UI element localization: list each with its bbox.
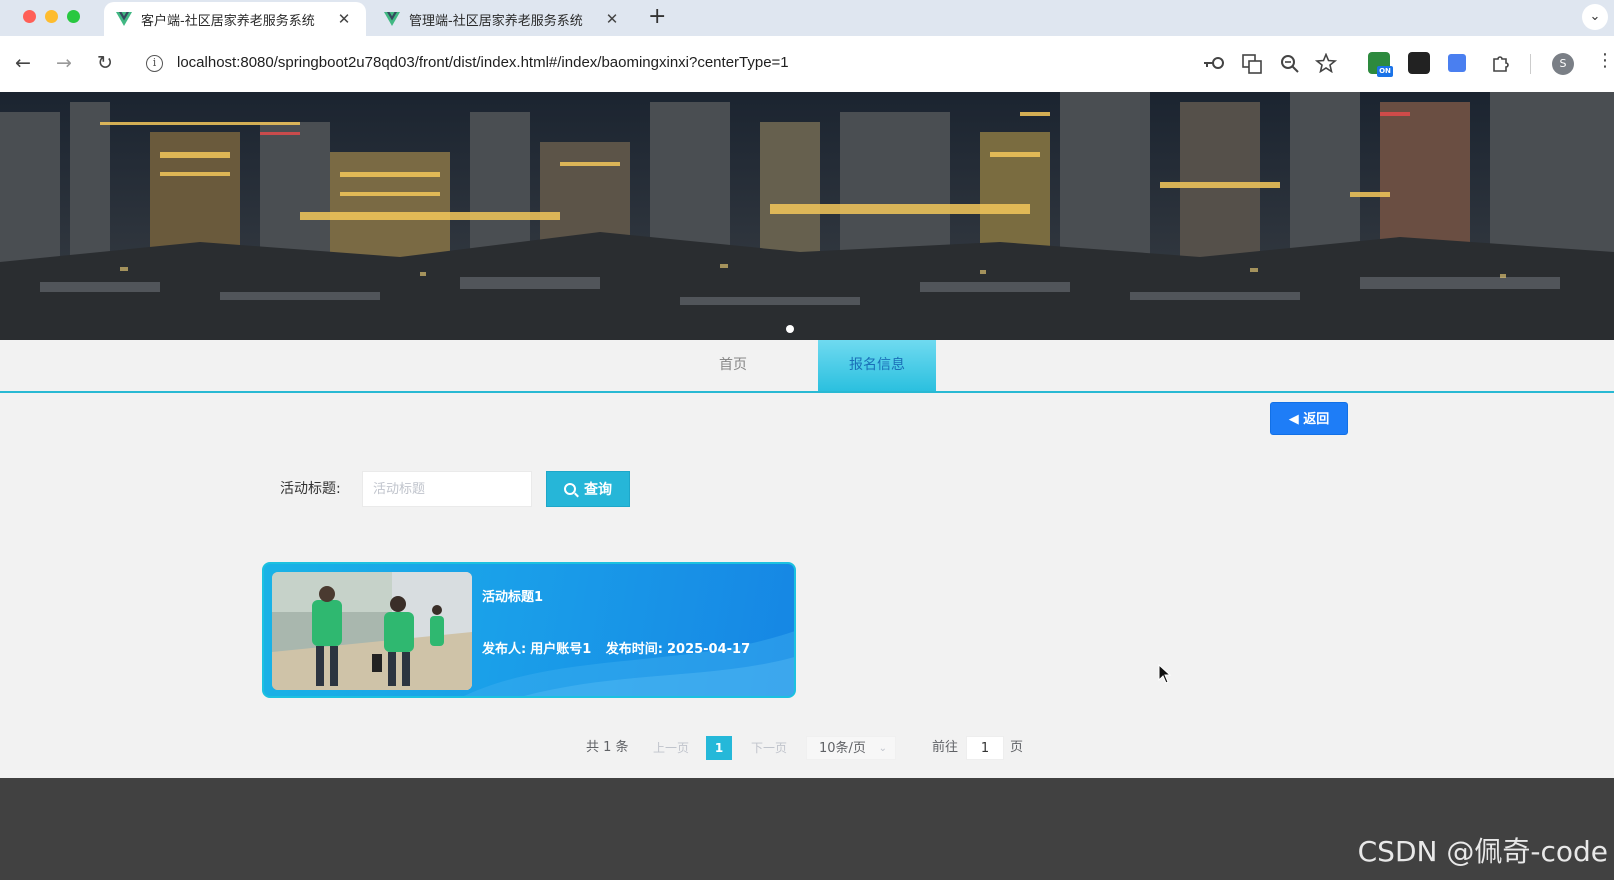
vue-logo-icon [116,12,132,26]
goto-unit-label: 页 [1010,740,1024,755]
window-close-dot[interactable] [23,10,36,23]
search-button-label: 查询 [584,482,612,498]
csdn-watermark: CSDN @佩奇-code [1357,835,1608,868]
url-text[interactable]: localhost:8080/springboot2u78qd03/front/… [177,54,789,71]
chevron-down-icon: ⌄ [878,743,887,754]
search-button[interactable]: 查询 [546,471,630,507]
translate-icon[interactable] [1240,54,1264,74]
pagination-current-page[interactable]: 1 [706,736,732,760]
window-zoom-dot[interactable] [67,10,80,23]
page-size-select[interactable]: 10条/页 ⌄ [806,736,896,760]
back-button-label: 返回 [1303,412,1330,427]
pagination-prev-button[interactable]: 上一页 [646,736,696,760]
extension-on-icon[interactable]: ON [1368,52,1393,77]
site-nav: 首页 报名信息 [0,340,1614,393]
address-bar[interactable]: i localhost:8080/springboot2u78qd03/fron… [134,45,1344,83]
pagination-total: 共 1 条 [586,740,629,755]
hero-banner [0,92,1614,340]
search-icon [564,483,576,495]
publish-time-label: 发布时间: [605,642,663,657]
new-tab-button[interactable]: + [648,4,666,29]
publisher-label: 发布人: [482,642,527,657]
google-translate-icon[interactable] [1448,54,1466,72]
tab-title: 管理端-社区居家养老服务系统 [409,13,583,29]
back-arrow-icon[interactable]: ← [12,52,34,74]
extensions-puzzle-icon[interactable] [1489,53,1513,73]
browser-tab-client[interactable]: 客户端-社区居家养老服务系统 ✕ [104,2,366,36]
forward-arrow-icon[interactable]: → [53,52,75,74]
window-minimize-dot[interactable] [45,10,58,23]
toolbar-divider [1530,54,1531,74]
vue-logo-icon [384,12,400,26]
caret-left-icon: ◀ [1288,412,1304,427]
nav-item-signup-info[interactable]: 报名信息 [818,340,936,391]
publish-time-value: 2025-04-17 [666,642,751,657]
tab-search-button[interactable]: ⌄ [1582,4,1608,30]
search-label: 活动标题: [280,481,341,497]
city-night-image [0,92,1614,340]
close-icon[interactable]: ✕ [337,10,351,28]
activity-photo[interactable] [272,572,472,690]
browser-tab-admin[interactable]: 管理端-社区居家养老服务系统 ✕ [372,2,634,36]
search-input[interactable] [362,471,532,507]
card-meta: 发布人: 用户账号1 发布时间: 2025-04-17 [482,638,754,657]
reload-icon[interactable]: ↻ [94,52,116,74]
browser-tab-strip: 客户端-社区居家养老服务系统 ✕ 管理端-社区居家养老服务系统 ✕ + ⌄ [0,0,1614,36]
password-key-icon[interactable] [1202,56,1226,70]
page-size-value: 10条/页 [819,741,866,756]
mouse-cursor-icon [1158,664,1172,684]
volunteers-image [272,572,472,690]
extension-dark-icon[interactable] [1408,52,1430,74]
goto-label: 前往 [932,740,959,755]
back-button[interactable]: ◀ 返回 [1270,402,1348,435]
browser-toolbar: ← → ↻ i localhost:8080/springboot2u78qd0… [0,36,1614,92]
carousel-indicator-dot[interactable] [786,325,794,333]
publisher-value: 用户账号1 [530,642,592,657]
pagination-next-button[interactable]: 下一页 [742,736,796,760]
bookmark-star-icon[interactable] [1314,53,1338,73]
goto-page-input[interactable]: 1 [966,736,1004,760]
browser-menu-icon[interactable]: ⋮ [1596,50,1614,71]
zoom-icon[interactable] [1278,54,1302,74]
close-icon[interactable]: ✕ [605,10,619,28]
tab-title: 客户端-社区居家养老服务系统 [141,13,315,29]
nav-item-home[interactable]: 首页 [700,340,766,391]
card-title[interactable]: 活动标题1 [482,586,543,605]
activity-card[interactable]: 活动标题1 发布人: 用户账号1 发布时间: 2025-04-17 [262,562,796,698]
site-info-icon[interactable]: i [146,55,163,72]
profile-avatar[interactable]: S [1552,53,1574,75]
